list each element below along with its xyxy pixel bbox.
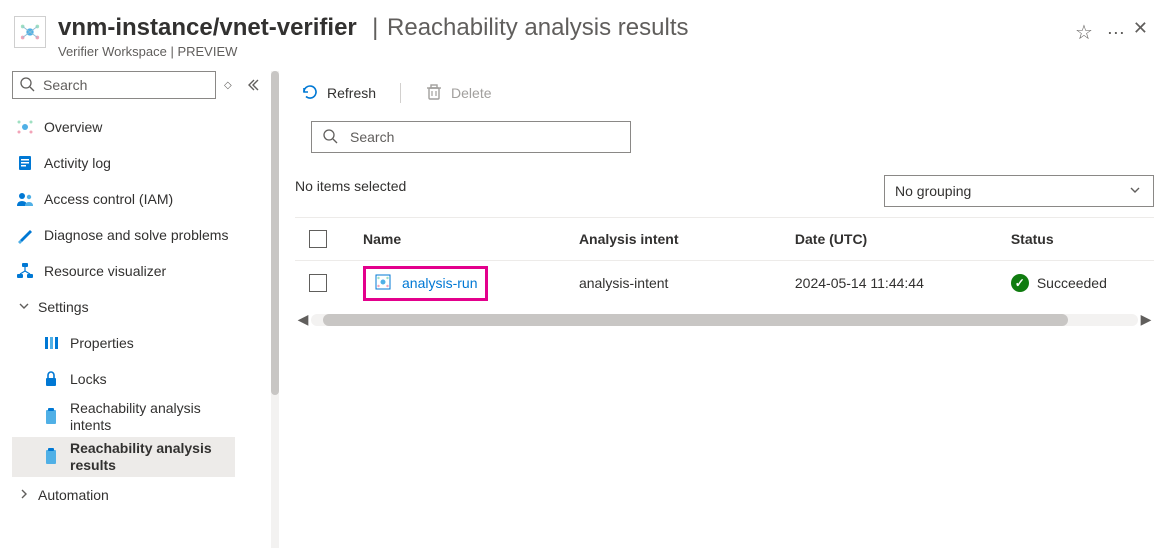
table-row[interactable]: analysis-run analysis-intent 2024-05-14 …: [295, 261, 1154, 305]
locks-icon: [42, 370, 60, 388]
sidebar-item-diagnose[interactable]: Diagnose and solve problems: [12, 217, 235, 253]
chevron-down-icon: [16, 298, 32, 317]
toolbar-divider: [400, 83, 401, 103]
refresh-button[interactable]: Refresh: [295, 79, 382, 108]
status-label: Succeeded: [1037, 275, 1107, 291]
sidebar-item-label: Reachability analysis intents: [70, 397, 229, 437]
toolbar: Refresh Delete: [295, 71, 1154, 115]
sidebar-nav: Overview Activity log Access control (IA…: [12, 109, 235, 513]
sidebar-item-label: Reachability analysis results: [70, 437, 229, 477]
grouping-value: No grouping: [895, 183, 971, 199]
cell-date: 2024-05-14 11:44:44: [787, 275, 1003, 291]
highlighted-result-link[interactable]: analysis-run: [363, 266, 488, 301]
sidebar-scrollbar[interactable]: [271, 71, 279, 548]
success-icon: ✓: [1011, 274, 1029, 292]
header-text: vnm-instance/vnet-verifier | Reachabilit…: [58, 14, 1059, 59]
scroll-track[interactable]: [311, 314, 1138, 326]
header-actions: ☆ ⋯: [1075, 20, 1127, 45]
analysis-run-link[interactable]: analysis-run: [402, 275, 477, 291]
sidebar-item-locks[interactable]: Locks: [12, 361, 235, 397]
page-header: vnm-instance/vnet-verifier | Reachabilit…: [0, 0, 1172, 71]
main-content: Refresh Delete No items selected No grou…: [279, 71, 1172, 548]
col-date[interactable]: Date (UTC): [787, 231, 1003, 247]
sidebar-item-activity-log[interactable]: Activity log: [12, 145, 235, 181]
search-icon: [19, 76, 35, 95]
row-checkbox[interactable]: [309, 274, 327, 292]
resource-path: vnm-instance/vnet-verifier: [58, 14, 357, 41]
sidebar-item-label: Diagnose and solve problems: [44, 227, 228, 243]
select-all-checkbox[interactable]: [309, 230, 327, 248]
page-name: Reachability analysis results: [387, 14, 688, 41]
sidebar-item-label: Overview: [44, 119, 102, 135]
delete-label: Delete: [451, 85, 491, 101]
delete-icon: [425, 83, 443, 104]
sidebar-item-iam[interactable]: Access control (IAM): [12, 181, 235, 217]
sidebar-section-automation[interactable]: Automation: [12, 477, 235, 513]
sidebar-item-label: Resource visualizer: [44, 263, 166, 279]
sidebar-item-label: Locks: [70, 368, 229, 391]
resource-visualizer-icon: [16, 262, 34, 280]
search-icon: [322, 128, 338, 147]
diagnose-icon: [16, 226, 34, 244]
grouping-dropdown[interactable]: No grouping: [884, 175, 1154, 207]
page-subtitle: Verifier Workspace | PREVIEW: [58, 44, 1059, 59]
sidebar: ◇ Overview Activity log Access control (…: [0, 71, 235, 548]
page-title: vnm-instance/vnet-verifier | Reachabilit…: [58, 14, 1059, 42]
sidebar-item-overview[interactable]: Overview: [12, 109, 235, 145]
delete-button: Delete: [419, 79, 497, 108]
section-label: Automation: [38, 487, 109, 503]
more-icon[interactable]: ⋯: [1107, 28, 1127, 38]
refresh-icon: [301, 83, 319, 104]
sidebar-item-properties[interactable]: Properties: [12, 325, 235, 361]
analysis-run-icon: [374, 273, 392, 294]
sidebar-item-label: Properties: [70, 332, 229, 355]
col-status[interactable]: Status: [1003, 231, 1154, 247]
sidebar-item-label: Access control (IAM): [44, 191, 173, 207]
content-search[interactable]: [311, 121, 631, 153]
activity-log-icon: [16, 154, 34, 172]
content-search-input[interactable]: [348, 128, 620, 146]
cell-intent: analysis-intent: [571, 275, 787, 291]
overview-icon: [16, 118, 34, 136]
results-icon: [42, 448, 60, 466]
selection-status: No items selected: [295, 178, 406, 194]
sidebar-item-label: Activity log: [44, 155, 111, 171]
scroll-thumb[interactable]: [323, 314, 1068, 326]
chevron-down-icon: [1127, 182, 1143, 201]
sidebar-scroll-thumb[interactable]: [271, 71, 279, 395]
close-icon[interactable]: ✕: [1127, 16, 1154, 41]
section-label: Settings: [38, 299, 89, 315]
table-header: Name Analysis intent Date (UTC) Status: [295, 217, 1154, 261]
sidebar-item-reachability-results[interactable]: Reachability analysis results: [12, 437, 235, 477]
chevron-right-icon: [16, 486, 32, 505]
col-intent[interactable]: Analysis intent: [571, 231, 787, 247]
refresh-label: Refresh: [327, 85, 376, 101]
intents-icon: [42, 408, 60, 426]
scroll-right-icon[interactable]: ▶: [1138, 311, 1154, 328]
expand-toggle[interactable]: ◇: [224, 80, 232, 91]
cell-status: ✓ Succeeded: [1003, 274, 1154, 292]
col-name[interactable]: Name: [355, 231, 571, 247]
sidebar-item-reachability-intents[interactable]: Reachability analysis intents: [12, 397, 235, 437]
sidebar-collapse-button[interactable]: [235, 71, 271, 548]
sidebar-search[interactable]: [12, 71, 216, 99]
properties-icon: [42, 334, 60, 352]
resource-icon: [14, 16, 46, 48]
iam-icon: [16, 190, 34, 208]
sidebar-search-input[interactable]: [41, 76, 209, 94]
sidebar-item-resource-visualizer[interactable]: Resource visualizer: [12, 253, 235, 289]
sidebar-section-settings[interactable]: Settings: [12, 289, 235, 325]
favorite-icon[interactable]: ☆: [1075, 20, 1093, 45]
scroll-left-icon[interactable]: ◀: [295, 311, 311, 328]
horizontal-scrollbar[interactable]: ◀ ▶: [295, 311, 1154, 328]
